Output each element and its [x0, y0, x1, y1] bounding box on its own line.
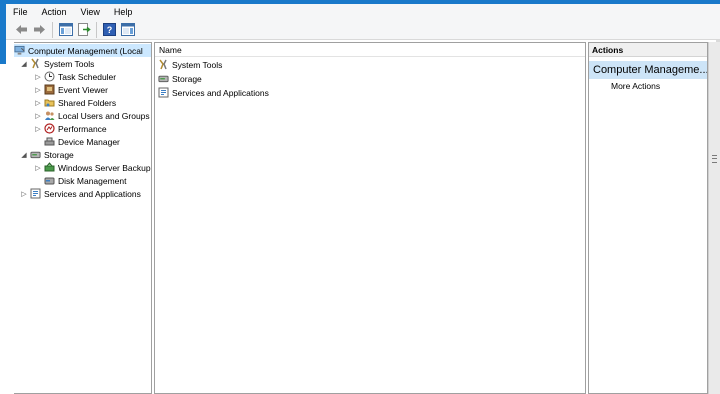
tree-item-label: Storage	[44, 149, 74, 160]
device-manager-icon	[44, 136, 55, 147]
show-hide-console-tree-icon	[58, 23, 73, 36]
tree-item-label: Windows Server Backup	[58, 162, 151, 173]
expand-arrow-icon[interactable]: ▷	[34, 164, 42, 172]
tree-item-shared-folders[interactable]: ▷ Shared Folders	[34, 96, 116, 109]
help-button[interactable]: ?	[102, 22, 117, 37]
tree-item-system-tools[interactable]: ◢ System Tools	[20, 57, 94, 70]
tree-item-computer-management[interactable]: Computer Management (Local	[14, 44, 151, 57]
console-tree-pane[interactable]: Computer Management (Local ◢ System Tool…	[14, 42, 152, 394]
tree-item-device-manager[interactable]: Device Manager	[44, 135, 120, 148]
expand-arrow-icon[interactable]: ▷	[20, 190, 28, 198]
tree-item-disk-management[interactable]: Disk Management	[44, 174, 127, 187]
show-hide-console-tree-button[interactable]	[58, 22, 73, 37]
windows-server-backup-icon	[44, 162, 55, 173]
system-tools-icon	[158, 59, 169, 70]
tree-item-event-viewer[interactable]: ▷ Event Viewer	[34, 83, 108, 96]
list-item-label: System Tools	[172, 59, 223, 70]
list-item-services-applications[interactable]: Services and Applications	[158, 86, 269, 99]
tree-item-performance[interactable]: ▷ Performance	[34, 122, 107, 135]
storage-icon	[158, 73, 169, 84]
forward-arrow-icon	[34, 25, 45, 34]
performance-icon	[44, 123, 55, 134]
forward-button[interactable]	[32, 22, 47, 37]
local-users-groups-icon	[44, 110, 55, 121]
tree-item-label: Services and Applications	[44, 188, 141, 199]
system-tools-icon	[30, 58, 41, 69]
tree-item-label: Performance	[58, 123, 107, 134]
tree-item-label: Event Viewer	[58, 84, 108, 95]
services-applications-icon	[30, 188, 41, 199]
list-item-system-tools[interactable]: System Tools	[158, 58, 222, 71]
toolbar: ?	[6, 20, 720, 40]
expand-arrow-icon[interactable]: ▷	[34, 73, 42, 81]
menu-help[interactable]: Help	[107, 7, 140, 17]
tree-item-local-users-groups[interactable]: ▷ Local Users and Groups	[34, 109, 150, 122]
tree-item-label: Device Manager	[58, 136, 120, 147]
more-actions-link[interactable]: More Actions	[611, 81, 660, 91]
computer-management-icon	[14, 45, 25, 56]
menu-action[interactable]: Action	[35, 7, 74, 17]
export-list-icon	[77, 23, 91, 36]
tree-item-windows-server-backup[interactable]: ▷ Windows Server Backup	[34, 161, 151, 174]
actions-section-label: Computer Manageme...	[593, 64, 707, 76]
tree-item-label: Shared Folders	[58, 97, 117, 108]
shared-folders-icon	[44, 97, 55, 108]
column-header-label: Name	[159, 44, 182, 55]
back-button[interactable]	[14, 22, 29, 37]
show-hide-action-pane-button[interactable]	[120, 22, 135, 37]
list-item-storage[interactable]: Storage	[158, 72, 202, 85]
list-item-label: Storage	[172, 73, 202, 84]
tree-item-storage[interactable]: ◢ Storage	[20, 148, 74, 161]
name-column-header[interactable]: Name	[155, 43, 585, 57]
tree-item-label: System Tools	[44, 58, 95, 69]
window-scrollbar[interactable]	[708, 42, 720, 394]
tree-item-label: Task Scheduler	[58, 71, 117, 82]
services-applications-icon	[158, 87, 169, 98]
actions-section-computer-management[interactable]: Computer Manageme...	[589, 61, 707, 79]
collapse-arrow-icon[interactable]: ◢	[20, 60, 28, 68]
menu-bar: File Action View Help	[6, 4, 720, 20]
expand-arrow-icon[interactable]: ▷	[34, 86, 42, 94]
back-arrow-icon	[16, 25, 27, 34]
storage-icon	[30, 149, 41, 160]
results-pane[interactable]: Name System Tools Storage Services and A…	[154, 42, 586, 394]
expand-arrow-icon[interactable]: ▷	[34, 99, 42, 107]
tree-item-services-applications[interactable]: ▷ Services and Applications	[20, 187, 141, 200]
list-item-label: Services and Applications	[172, 87, 269, 98]
scrollbar-grip[interactable]	[712, 155, 717, 163]
event-viewer-icon	[44, 84, 55, 95]
tree-item-label: Disk Management	[58, 175, 127, 186]
actions-pane: Actions Computer Manageme... More Action…	[588, 42, 708, 394]
task-scheduler-icon	[44, 71, 55, 82]
export-list-button[interactable]	[76, 22, 91, 37]
tree-item-task-scheduler[interactable]: ▷ Task Scheduler	[34, 70, 116, 83]
more-actions-label: More Actions	[611, 81, 661, 91]
help-icon: ?	[103, 23, 116, 36]
actions-header: Actions	[589, 43, 707, 57]
collapse-arrow-icon[interactable]: ◢	[20, 151, 28, 159]
tree-item-label: Computer Management (Local	[28, 45, 143, 56]
disk-management-icon	[44, 175, 55, 186]
show-hide-action-pane-icon	[120, 23, 135, 36]
expand-arrow-icon[interactable]: ▷	[34, 125, 42, 133]
toolbar-separator	[52, 21, 53, 38]
menu-file[interactable]: File	[6, 7, 35, 17]
svg-text:?: ?	[107, 25, 113, 35]
tree-item-label: Local Users and Groups	[58, 110, 150, 121]
menu-view[interactable]: View	[74, 7, 107, 17]
actions-header-label: Actions	[592, 44, 624, 55]
toolbar-separator	[96, 21, 97, 38]
expand-arrow-icon[interactable]: ▷	[34, 112, 42, 120]
